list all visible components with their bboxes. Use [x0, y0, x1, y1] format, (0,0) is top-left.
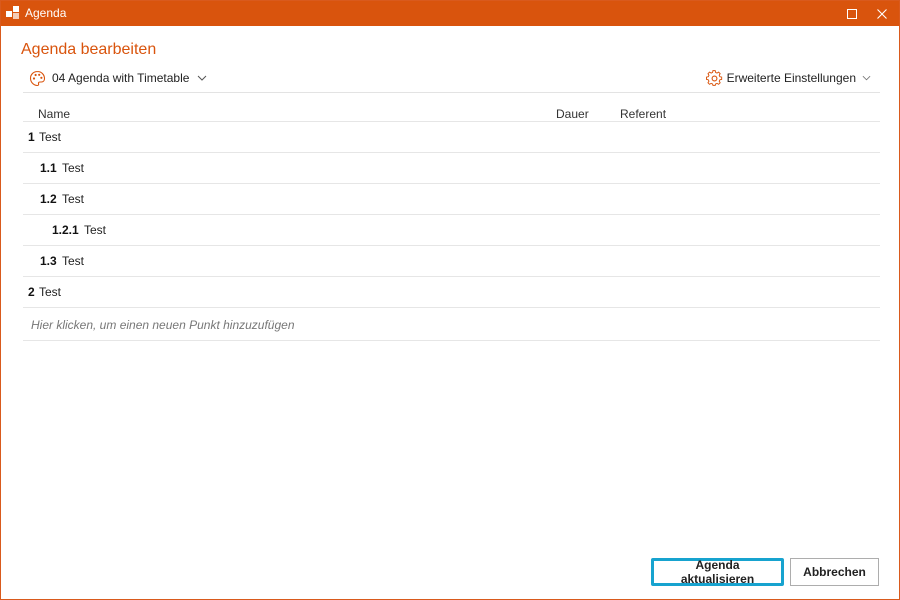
agenda-item-number: 1.2.1	[52, 223, 79, 237]
add-item-row[interactable]: Hier klicken, um einen neuen Punkt hinzu…	[23, 308, 880, 341]
column-header-name[interactable]: Name	[38, 107, 70, 121]
maximize-icon	[847, 9, 857, 19]
window-title: Agenda	[25, 6, 67, 20]
agenda-item-number: 1	[28, 130, 35, 144]
agenda-row[interactable]: 1 Test	[23, 122, 880, 153]
advanced-settings-dropdown[interactable]: Erweiterte Einstellungen	[705, 68, 871, 88]
template-label: 04 Agenda with Timetable	[52, 71, 190, 85]
agenda-item-text: Test	[62, 192, 85, 206]
chevron-down-icon	[198, 75, 207, 81]
agenda-item-text: Test	[39, 130, 62, 144]
agenda-item-number: 1.3	[40, 254, 57, 268]
agenda-row[interactable]: 1.2.1 Test	[23, 215, 880, 246]
agenda-row[interactable]: 2 Test	[23, 277, 880, 308]
maximize-button[interactable]	[837, 1, 867, 26]
agenda-row[interactable]: 1.1 Test	[23, 153, 880, 184]
cancel-button[interactable]: Abbrechen	[790, 558, 879, 586]
chevron-down-icon	[862, 75, 871, 81]
agenda-item-number: 1.1	[40, 161, 57, 175]
dialog-heading: Agenda bearbeiten	[21, 41, 157, 58]
agenda-list: 1 Test 1.1 Test 1.2 Test 1.2.1 Test 1.3 …	[23, 122, 880, 341]
advanced-settings-label: Erweiterte Einstellungen	[726, 71, 856, 85]
agenda-row[interactable]: 1.2 Test	[23, 184, 880, 215]
agenda-item-text: Test	[62, 161, 85, 175]
template-dropdown[interactable]: 04 Agenda with Timetable	[29, 68, 207, 88]
column-header-speaker[interactable]: Referent	[620, 107, 666, 121]
close-icon	[877, 9, 887, 19]
agenda-item-text: Test	[39, 285, 62, 299]
agenda-item-number: 2	[28, 285, 35, 299]
palette-icon	[29, 70, 46, 86]
agenda-item-text: Test	[62, 254, 85, 268]
agenda-item-text: Test	[84, 223, 107, 237]
agenda-window: Agenda Agenda bearbeiten 04 Agenda with …	[0, 0, 900, 600]
agenda-item-number: 1.2	[40, 192, 57, 206]
agenda-row[interactable]: 1.3 Test	[23, 246, 880, 277]
column-header-duration[interactable]: Dauer	[556, 107, 589, 121]
add-item-hint: Hier klicken, um einen neuen Punkt hinzu…	[31, 318, 295, 332]
table-header: Name Dauer Referent	[23, 104, 880, 122]
gear-icon	[705, 69, 722, 86]
update-agenda-button[interactable]: Agenda aktualisieren	[651, 558, 784, 586]
close-button[interactable]	[867, 1, 897, 26]
title-bar[interactable]: Agenda	[1, 1, 899, 26]
agenda-app-icon	[5, 5, 21, 21]
toolbar-divider	[23, 92, 880, 93]
